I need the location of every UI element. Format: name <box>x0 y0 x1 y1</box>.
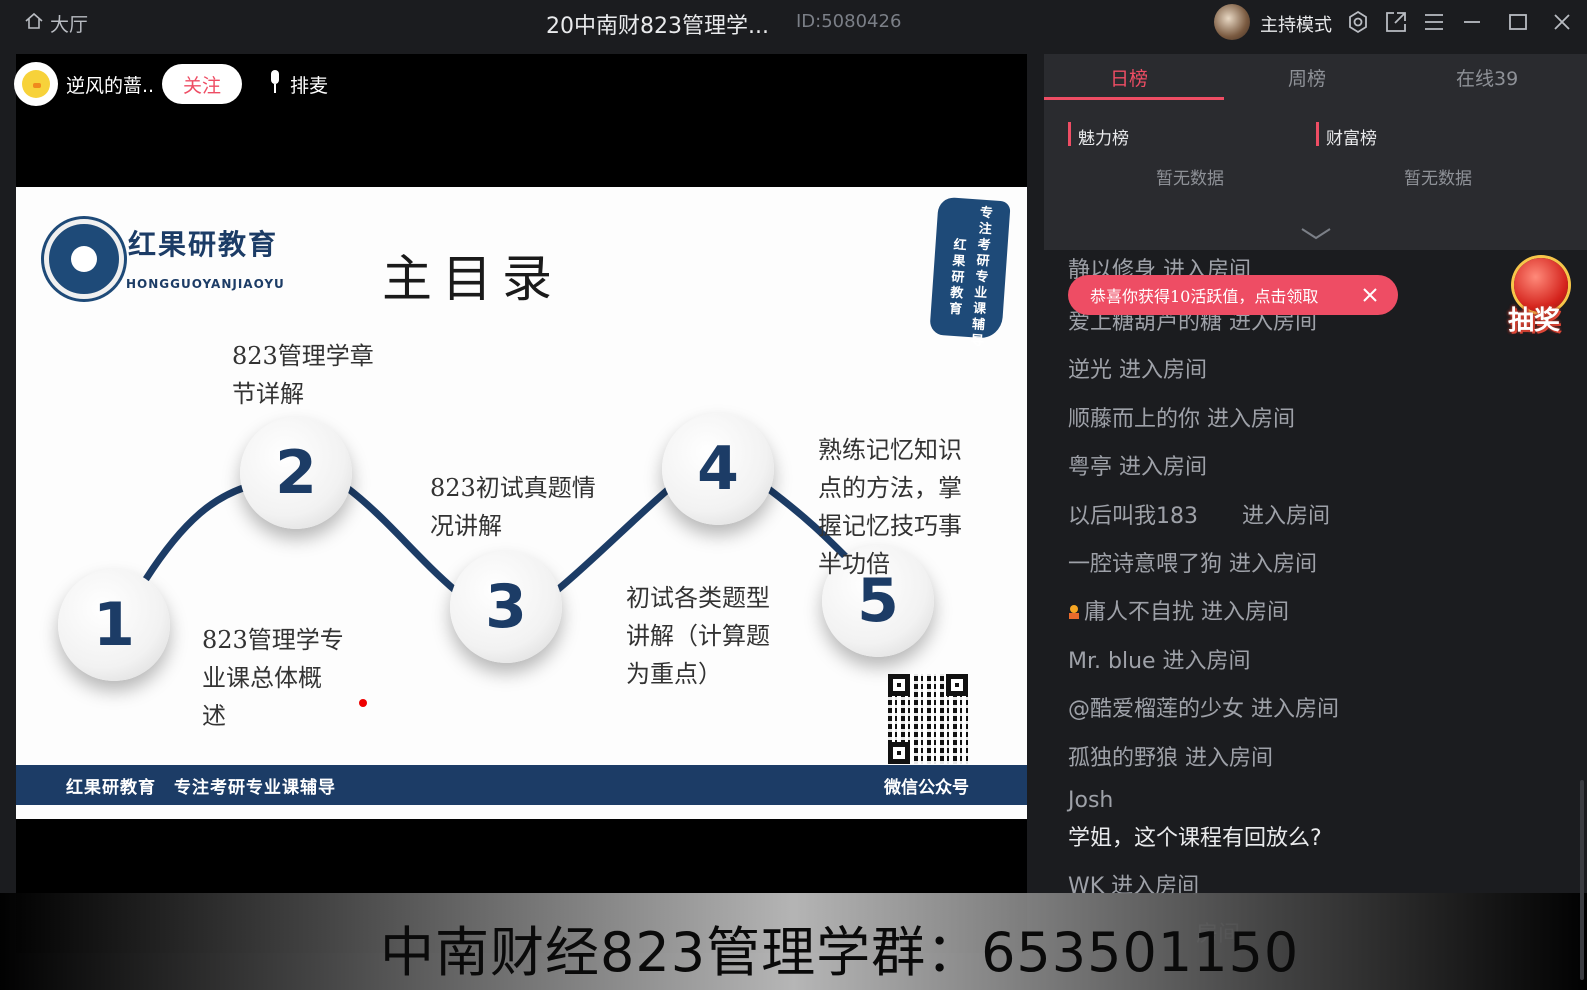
maximize-icon[interactable] <box>1506 10 1530 34</box>
chat-item: 一腔诗意喂了狗 进入房间 <box>1068 552 1317 577</box>
item-1-line: 述 <box>202 702 226 730</box>
item-4-line: 为重点） <box>626 660 722 688</box>
chat-item: 顺藤而上的你 进入房间 <box>1068 407 1295 432</box>
item-5-text: 熟练记忆知识 点的方法，掌 握记忆技巧事 半功倍 <box>818 431 962 583</box>
room-id: ID:5080426 <box>796 11 902 32</box>
qr-code-icon <box>888 674 968 764</box>
item-1-text: 823管理学专 业课总体概 述 <box>202 621 344 735</box>
chick-icon <box>22 70 50 98</box>
chevron-down-icon[interactable] <box>1300 226 1332 242</box>
activity-toast[interactable]: 恭喜你获得10活跃值，点击领取 <box>1068 275 1398 315</box>
live-room-window: 大厅 20中南财823管理学... ID:5080426 主持模式 逆风的蔷..… <box>0 0 1587 990</box>
tab-weekly[interactable]: 周榜 <box>1288 64 1326 91</box>
host-mode-button[interactable]: 主持模式 <box>1260 11 1332 37</box>
toast-close-icon[interactable] <box>1360 285 1380 305</box>
chat-scrollbar[interactable] <box>1580 780 1584 980</box>
lottery-label: 抽奖 <box>1508 306 1561 336</box>
chat-item-text: 庸人不自扰 进入房间 <box>1084 600 1289 625</box>
item-5-line: 点的方法，掌 <box>818 474 962 502</box>
chat-item: @酷爱榴莲的少女 进入房间 <box>1068 697 1339 722</box>
item-3-circle: 3 <box>450 551 562 663</box>
item-5-line: 握记忆技巧事 <box>818 512 962 540</box>
microphone-icon <box>266 69 284 100</box>
chat-item: 庸人不自扰 进入房间 <box>1068 594 1289 626</box>
close-icon[interactable] <box>1550 10 1574 34</box>
hall-button[interactable]: 大厅 <box>24 10 88 37</box>
home-icon <box>24 11 44 36</box>
item-4-text: 初试各类题型 讲解（计算题 为重点） <box>626 579 770 693</box>
item-1-line: 823管理学专 <box>202 626 344 654</box>
queue-mic-label: 排麦 <box>290 74 329 97</box>
chat-item: 以后叫我183 进入房间 <box>1068 504 1330 529</box>
caption-text: 中南财经823管理学群：653501150 <box>380 921 1300 984</box>
item-5-line: 半功倍 <box>818 550 890 578</box>
charm-no-data: 暂无数据 <box>1156 169 1224 189</box>
rank-box: 日榜 周榜 在线39 魅力榜 财富榜 暂无数据 暂无数据 <box>1044 54 1587 250</box>
slide-footer: 红果研教育 专注考研专业课辅导 微信公众号 <box>16 765 1027 805</box>
chat-username[interactable]: Josh <box>1068 788 1113 813</box>
chat-item: 孤独的野狼 进入房间 <box>1068 746 1273 771</box>
medal-icon <box>1068 605 1080 621</box>
anchor-name[interactable]: 逆风的蔷... <box>66 71 154 98</box>
item-3-line: 况讲解 <box>430 512 502 540</box>
chat-item: 粤亭 进入房间 <box>1068 455 1207 480</box>
item-2-circle: 2 <box>240 417 352 529</box>
wealth-rank-title: 财富榜 <box>1316 122 1377 149</box>
settings-icon[interactable] <box>1346 10 1370 34</box>
toast-text: 恭喜你获得10活跃值，点击领取 <box>1090 287 1319 306</box>
anchor-bar: 逆风的蔷... 关注 排麦 <box>14 62 328 106</box>
title-bar: 大厅 20中南财823管理学... ID:5080426 主持模式 <box>0 0 1587 46</box>
footer-right-text: 微信公众号 <box>884 778 969 798</box>
item-3-line: 823初试真题情 <box>430 474 596 502</box>
active-tab-underline <box>1044 97 1224 100</box>
rank-tabs: 日榜 周榜 在线39 <box>1044 54 1587 100</box>
item-2-text: 823管理学章 节详解 <box>232 337 374 413</box>
anchor-avatar[interactable] <box>14 62 58 106</box>
slide: 红果研教育 HONGGUOYANJIAOYU 主目录 专注考研专业课辅导 红果研… <box>16 187 1027 819</box>
wealth-no-data: 暂无数据 <box>1404 169 1472 189</box>
host-avatar[interactable] <box>1214 4 1250 40</box>
minimize-icon[interactable] <box>1460 10 1484 34</box>
room-title: 20中南财823管理学... <box>546 14 769 39</box>
tab-online[interactable]: 在线39 <box>1456 64 1518 91</box>
item-5-line: 熟练记忆知识 <box>818 436 962 464</box>
popout-icon[interactable] <box>1384 10 1408 34</box>
video-area[interactable]: 逆风的蔷... 关注 排麦 红果研教育 HONGGUOYANJIAOYU 主目录… <box>14 54 1027 953</box>
tab-daily[interactable]: 日榜 <box>1110 64 1148 91</box>
item-1-circle: 1 <box>58 569 170 681</box>
item-4-line: 初试各类题型 <box>626 584 770 612</box>
footer-left-text: 红果研教育 专注考研专业课辅导 <box>66 778 336 798</box>
chat-message: 学姐，这个课程有回放么? <box>1068 826 1322 851</box>
item-4-line: 讲解（计算题 <box>626 622 770 650</box>
side-panel: 日榜 周榜 在线39 魅力榜 财富榜 暂无数据 暂无数据 静以修身 进入房间 爱… <box>1044 54 1587 954</box>
item-2-line: 节详解 <box>232 380 304 408</box>
follow-button[interactable]: 关注 <box>162 64 242 104</box>
chat-item: 逆光 进入房间 <box>1068 358 1207 383</box>
queue-mic-button[interactable]: 排麦 <box>266 69 328 100</box>
chat-item: Mr. blue 进入房间 <box>1068 649 1251 674</box>
menu-icon[interactable] <box>1422 10 1446 34</box>
hall-label: 大厅 <box>50 14 89 36</box>
lottery-button[interactable]: 抽奖 <box>1508 258 1574 338</box>
item-4-circle: 4 <box>662 413 774 525</box>
charm-rank-title: 魅力榜 <box>1068 122 1129 149</box>
item-2-line: 823管理学章 <box>232 342 374 370</box>
item-1-line: 业课总体概 <box>202 664 322 692</box>
laser-pointer-dot <box>359 699 367 707</box>
item-3-text: 823初试真题情 况讲解 <box>430 469 596 545</box>
